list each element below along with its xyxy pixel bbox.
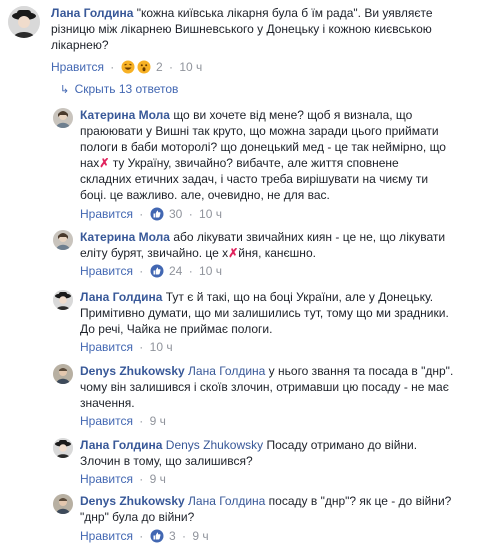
reply-text-line: Посаду отримано до війни. xyxy=(263,438,418,452)
comment-author[interactable]: Лана Голдина xyxy=(51,6,133,20)
mention-link[interactable]: Лана Голдина xyxy=(188,494,265,508)
hide-replies-button[interactable]: ↳ Скрыть 13 ответов xyxy=(60,82,178,97)
hide-replies-label: Скрыть 13 ответов xyxy=(74,82,179,96)
reply-text-line: чому він залишився і скоїв злочин, отрим… xyxy=(80,380,449,394)
separator-dot: · xyxy=(139,264,144,278)
reply-comment: Лана Голдина Тут є й такі, що на боці Ук… xyxy=(0,282,494,358)
comment-text-line: "кожна київська лікарня була б їм рада".… xyxy=(133,6,433,20)
avatar-photo-icon xyxy=(53,108,73,128)
like-reaction-icon[interactable] xyxy=(150,264,164,281)
reply-arrow-icon: ↳ xyxy=(60,84,70,96)
reply-text-line: боці. це важливо. але, очевидно, не для … xyxy=(80,188,330,202)
avatar-photo-icon xyxy=(8,6,40,38)
avatar-photo-icon xyxy=(53,494,73,514)
mention-link[interactable]: Лана Голдина xyxy=(188,364,265,378)
separator-dot: · xyxy=(188,264,193,278)
reply-author[interactable]: Denys Zhukowsky xyxy=(80,364,185,378)
like-button[interactable]: Нравится xyxy=(80,414,133,428)
like-button[interactable]: Нравится xyxy=(80,264,133,278)
reply-author[interactable]: Denys Zhukowsky xyxy=(80,494,185,508)
reply-text-line: посаду в "днр"? як це - до війни? xyxy=(265,494,452,508)
heart-censor-icon: ✗ xyxy=(99,156,110,170)
avatar-photo-icon xyxy=(53,290,73,310)
haha-reaction-icon[interactable] xyxy=(121,60,135,77)
separator-dot: · xyxy=(169,60,174,74)
reply-text-line: Злочин в тому, що залишився? xyxy=(80,454,253,468)
reply-text-line: або лікувати звичайних киян - це не, що … xyxy=(169,230,446,244)
comment-text-line: лікарнею? xyxy=(51,38,109,52)
reply-author[interactable]: Катерина Мола xyxy=(80,108,170,122)
reply-text-line: складних етичних задач, і часто треба ви… xyxy=(80,172,429,186)
comment-text-line: різницю між лікарнею Вишневського у Доне… xyxy=(51,22,432,36)
avatar[interactable] xyxy=(53,494,73,514)
separator-dot: · xyxy=(139,414,144,428)
separator-dot: · xyxy=(110,60,115,74)
reply-text-line: ту Україну, звичайно? вибачте, але життя… xyxy=(109,156,399,170)
separator-dot: · xyxy=(139,529,144,543)
reply-text-line: Тут є й такі, що на боці України, але у … xyxy=(162,290,434,304)
avatar[interactable] xyxy=(53,364,73,384)
avatar[interactable] xyxy=(53,230,73,250)
main-comment: Лана Голдина "кожна київська лікарня бул… xyxy=(0,0,494,78)
reaction-count[interactable]: 30 xyxy=(169,207,182,221)
avatar[interactable] xyxy=(53,438,73,458)
avatar[interactable] xyxy=(53,290,73,310)
avatar-photo-icon xyxy=(53,364,73,384)
like-button[interactable]: Нравится xyxy=(80,340,133,354)
reply-author[interactable]: Катерина Мола xyxy=(80,230,170,244)
wow-reaction-icon[interactable] xyxy=(137,60,151,77)
reaction-count[interactable]: 2 xyxy=(156,60,163,74)
separator-dot: · xyxy=(182,529,187,543)
reply-text-line: еліту бурят, звичайно. це х xyxy=(80,246,229,260)
reply-timestamp[interactable]: 10 ч xyxy=(199,207,222,221)
reply-text-line: нах xyxy=(80,156,100,170)
reply-text-line: праюювати у Вишні так круто, що можна за… xyxy=(80,124,439,138)
reply-comment: Лана Голдина Denys Zhukowsky Посаду отри… xyxy=(0,430,494,486)
reply-timestamp[interactable]: 9 ч xyxy=(150,414,166,428)
reply-comment: Denys Zhukowsky Лана Голдина у нього зва… xyxy=(0,356,494,428)
reply-timestamp[interactable]: 10 ч xyxy=(150,340,173,354)
reply-text-line: Примітивно думати, що ми залишились тут,… xyxy=(80,306,449,320)
like-button[interactable]: Нравится xyxy=(51,60,104,74)
reply-text-line: пологи в баби моторолі? що донецький мед… xyxy=(80,140,446,154)
reply-timestamp[interactable]: 9 ч xyxy=(150,472,166,486)
avatar-photo-icon xyxy=(53,438,73,458)
comment-timestamp[interactable]: 10 ч xyxy=(179,60,202,74)
like-button[interactable]: Нравится xyxy=(80,207,133,221)
avatar[interactable] xyxy=(53,108,73,128)
reply-timestamp[interactable]: 10 ч xyxy=(199,264,222,278)
reply-author[interactable]: Лана Голдина xyxy=(80,290,162,304)
reply-timestamp[interactable]: 9 ч xyxy=(192,529,208,543)
separator-dot: · xyxy=(188,207,193,221)
reply-text-line: "днр" була до війни? xyxy=(80,510,195,524)
reaction-count[interactable]: 3 xyxy=(169,529,176,543)
mention-link[interactable]: Denys Zhukowsky xyxy=(166,438,263,452)
reply-text-line: До речі, Чайка не приймає пологи. xyxy=(80,322,273,336)
separator-dot: · xyxy=(139,207,144,221)
like-button[interactable]: Нравится xyxy=(80,529,133,543)
reply-author[interactable]: Лана Голдина xyxy=(80,438,162,452)
avatar[interactable] xyxy=(8,6,40,38)
avatar-photo-icon xyxy=(53,230,73,250)
reaction-count[interactable]: 24 xyxy=(169,264,182,278)
like-reaction-icon[interactable] xyxy=(150,529,164,546)
reply-text-line: у нього звання та посада в "днр". xyxy=(265,364,454,378)
heart-censor-icon: ✗ xyxy=(228,246,239,260)
like-button[interactable]: Нравится xyxy=(80,472,133,486)
reply-comment: Катерина Мола або лікувати звичайних кия… xyxy=(0,222,494,282)
reply-comment: Denys Zhukowsky Лана Голдина посаду в "д… xyxy=(0,488,494,548)
reply-text-line: йня, канєшно. xyxy=(238,246,316,260)
separator-dot: · xyxy=(139,472,144,486)
reply-comment: Катерина Мола що ви хочете від мене? щоб… xyxy=(0,100,494,226)
reply-text-line: що ви хочете від мене? щоб я визнала, що xyxy=(169,108,413,122)
reply-text-line: значення. xyxy=(80,396,135,410)
separator-dot: · xyxy=(139,340,144,354)
